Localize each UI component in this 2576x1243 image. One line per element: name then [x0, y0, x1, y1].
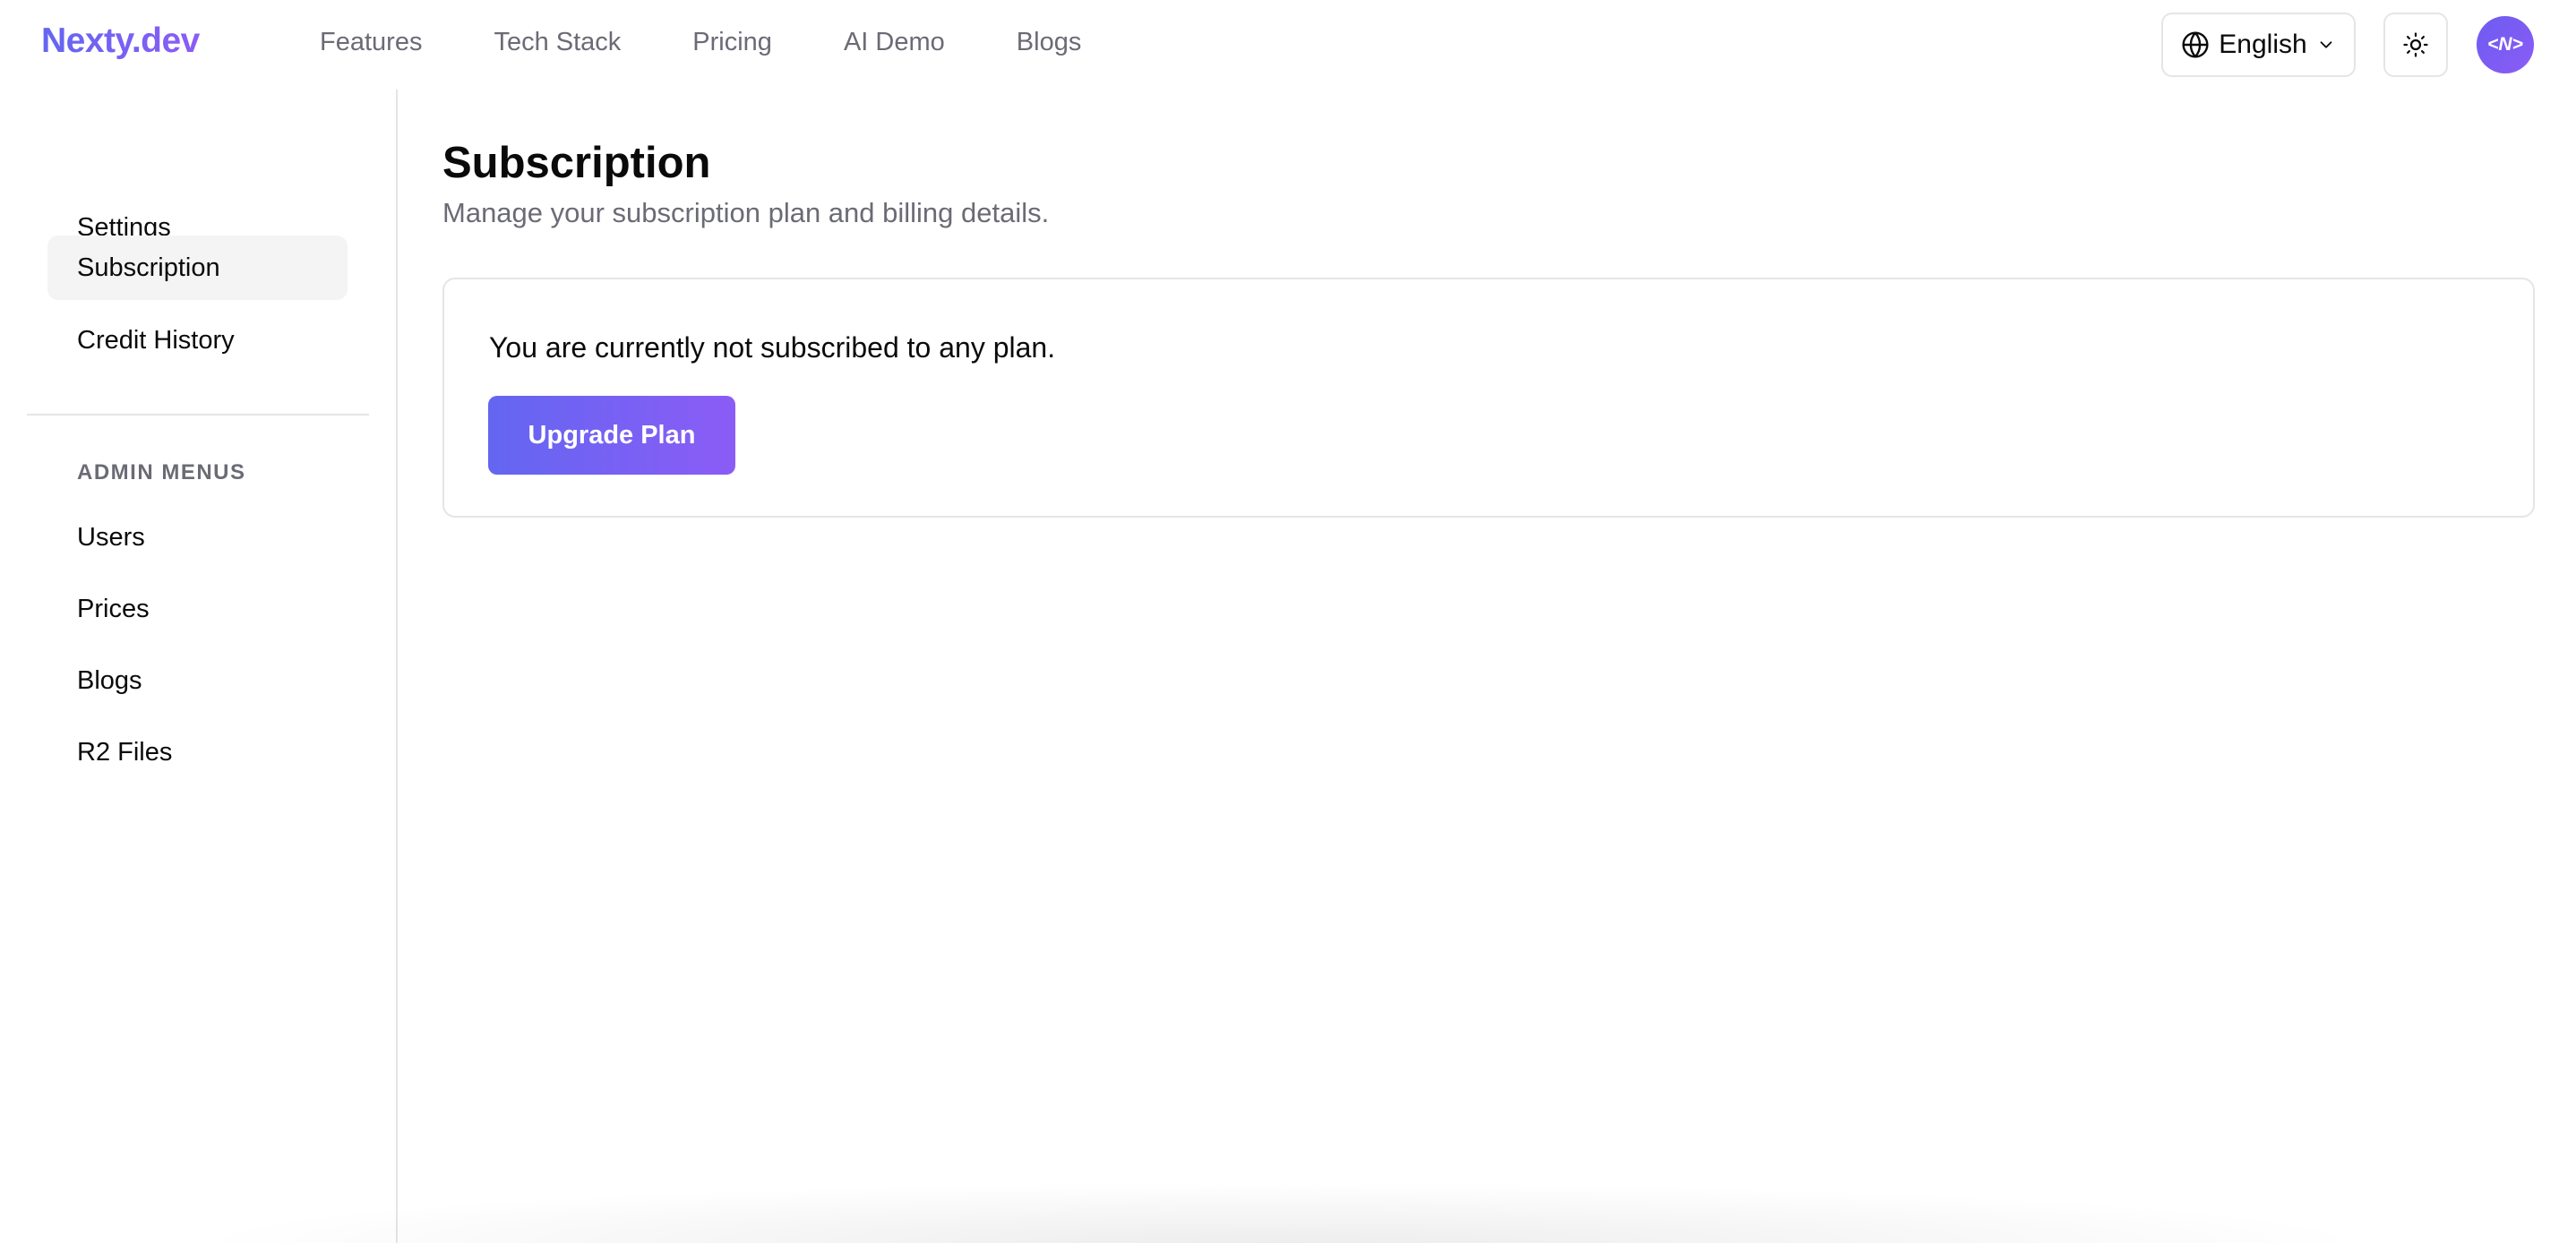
- bottom-shadow: [179, 1182, 2383, 1243]
- brand-logo[interactable]: Nexty.dev: [41, 21, 200, 61]
- sidebar-item-credit-history[interactable]: Credit History: [47, 308, 348, 373]
- sun-icon: [2403, 32, 2428, 57]
- user-avatar[interactable]: <N>: [2477, 16, 2534, 73]
- nav-link-ai-demo[interactable]: AI Demo: [844, 28, 945, 57]
- nav-link-pricing[interactable]: Pricing: [692, 28, 772, 57]
- subscription-status-message: You are currently not subscribed to any …: [489, 331, 1056, 364]
- upgrade-plan-button[interactable]: Upgrade Plan: [488, 396, 735, 475]
- page: Nexty.dev Features Tech Stack Pricing AI…: [0, 0, 2576, 1243]
- nav-link-features[interactable]: Features: [320, 28, 422, 57]
- chevron-down-icon: [2320, 41, 2332, 48]
- nav-link-blogs[interactable]: Blogs: [1017, 28, 1082, 57]
- sidebar-item-subscription[interactable]: Subscription: [47, 236, 348, 300]
- sidebar-item-prices[interactable]: Prices: [47, 577, 348, 641]
- page-subtitle: Manage your subscription plan and billin…: [442, 197, 1050, 228]
- nav-link-tech-stack[interactable]: Tech Stack: [494, 28, 621, 57]
- language-selected-label: English: [2219, 30, 2307, 59]
- subscription-card: You are currently not subscribed to any …: [442, 278, 2535, 518]
- top-header: Nexty.dev Features Tech Stack Pricing AI…: [0, 0, 2576, 90]
- sidebar-item-blogs[interactable]: Blogs: [47, 648, 348, 713]
- sidebar-item-users[interactable]: Users: [47, 505, 348, 570]
- globe-icon: [2182, 31, 2209, 58]
- theme-toggle-button[interactable]: [2383, 13, 2448, 77]
- sidebar-item-r2-files[interactable]: R2 Files: [47, 720, 348, 784]
- admin-menus-heading: ADMIN MENUS: [77, 460, 246, 484]
- main-nav: Features Tech Stack Pricing AI Demo Blog…: [320, 28, 1153, 57]
- sidebar: Settings Subscription Credit History ADM…: [0, 90, 398, 1243]
- language-selector[interactable]: English: [2161, 13, 2356, 77]
- sidebar-divider: [27, 414, 369, 416]
- page-title: Subscription: [442, 139, 711, 187]
